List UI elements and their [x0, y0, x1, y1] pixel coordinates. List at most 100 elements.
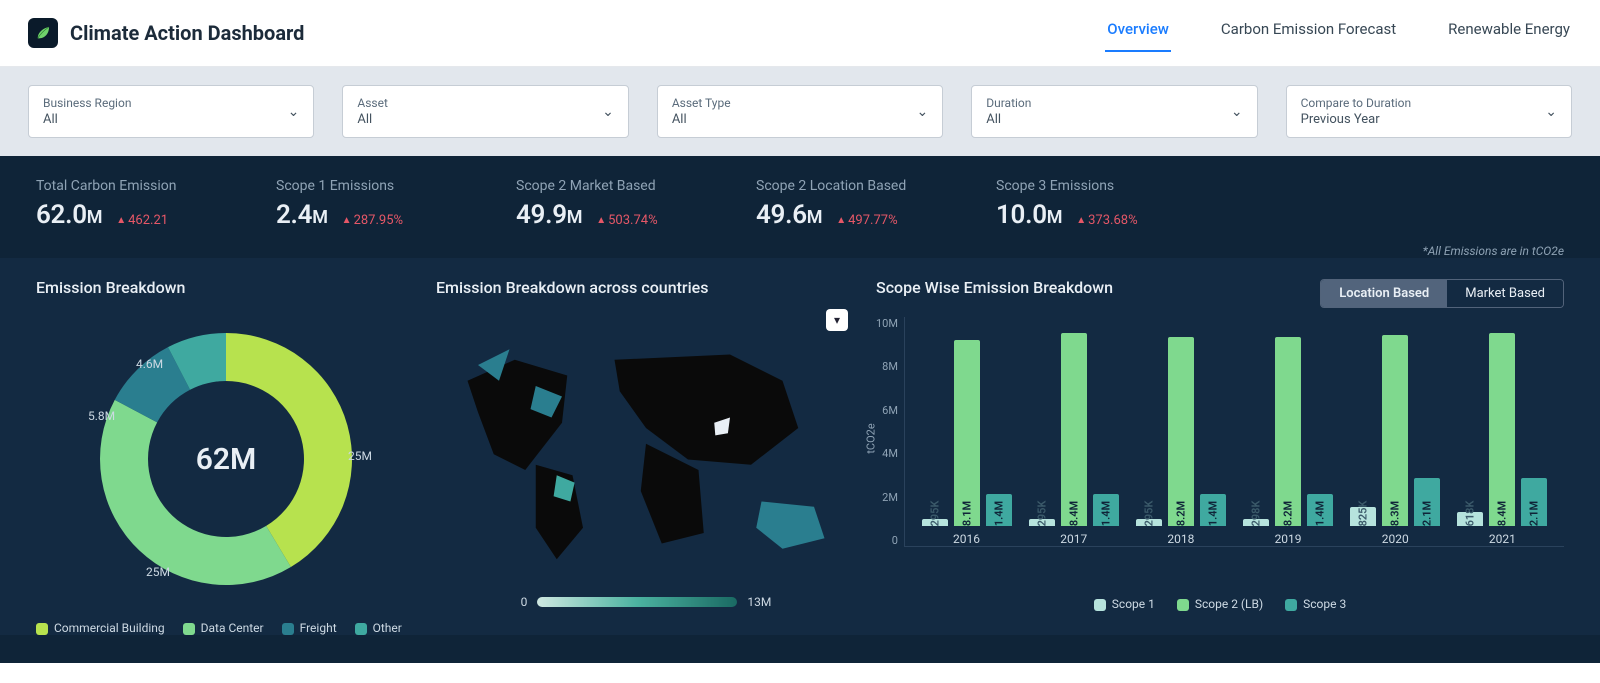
bar-value-label: 295K: [1142, 501, 1155, 527]
bar-legend: Scope 1Scope 2 (LB)Scope 3: [876, 597, 1564, 611]
x-tick: 2019: [1275, 532, 1302, 546]
map-options-button[interactable]: ▾: [826, 309, 848, 331]
bar[interactable]: 2.1M: [1521, 478, 1547, 526]
filter-asset[interactable]: Asset All ⌄: [342, 85, 628, 138]
chevron-down-icon: ⌄: [1231, 104, 1243, 120]
bar[interactable]: 1.4M: [1307, 494, 1333, 526]
tab-overview[interactable]: Overview: [1105, 14, 1171, 52]
bar-group: 825K 8.3M2.1M 2020: [1350, 296, 1440, 546]
kpi-delta: ▲373.68%: [1076, 213, 1137, 228]
bar-groups: 295K 8.1M 1.4M 2016 295K 8.4M 1.4M 2017 295K 8.2M…: [904, 317, 1564, 547]
slice-label: 25M: [146, 565, 170, 579]
bar[interactable]: 8.2M: [1275, 337, 1301, 526]
bar[interactable]: 295K: [1029, 519, 1055, 526]
bar-group: 295K 8.4M 1.4M 2017: [1029, 296, 1119, 546]
kpi-label: Scope 2 Market Based: [516, 178, 716, 194]
scale-max: 13M: [747, 595, 771, 609]
x-tick: 2016: [953, 532, 980, 546]
filter-value: All: [357, 112, 388, 127]
donut-chart: 62M 25M 25M 5.8M 4.6M: [76, 309, 376, 609]
legend-item: Freight: [282, 621, 337, 635]
donut-legend: Commercial BuildingData CenterFreightOth…: [36, 621, 416, 635]
kpi-card: Scope 2 Market Based 49.9M ▲503.74%: [516, 178, 716, 230]
panel-emission-map: Emission Breakdown across countries ▾: [436, 278, 856, 635]
bar-value-label: 8.4M: [1067, 501, 1080, 526]
tab-renewable-energy[interactable]: Renewable Energy: [1446, 14, 1572, 52]
chevron-down-icon: ⌄: [1545, 104, 1557, 120]
bar[interactable]: 8.2M: [1168, 337, 1194, 526]
kpi-delta: ▲497.77%: [836, 213, 897, 228]
chevron-down-icon: ⌄: [288, 104, 300, 120]
world-map-svg: [436, 309, 856, 589]
filter-label: Asset: [357, 96, 388, 110]
bar[interactable]: 1.4M: [1093, 494, 1119, 526]
app-header: Climate Action Dashboard Overview Carbon…: [0, 0, 1600, 67]
kpi-value: 49.6M: [756, 200, 822, 230]
leaf-icon: [28, 18, 58, 48]
bar[interactable]: 295K: [1136, 519, 1162, 526]
kpi-value: 10.0M: [996, 200, 1062, 230]
panel-title: Scope Wise Emission Breakdown: [876, 278, 1113, 297]
chevron-down-icon: ⌄: [916, 104, 928, 120]
kpi-delta: ▲503.74%: [596, 213, 657, 228]
main-tabs: Overview Carbon Emission Forecast Renewa…: [1105, 14, 1572, 52]
bar[interactable]: 8.4M: [1061, 333, 1087, 526]
legend-item: Commercial Building: [36, 621, 165, 635]
world-map: ▾: [436, 309, 856, 589]
y-tick: 6M: [876, 404, 898, 417]
x-tick: 2021: [1489, 532, 1516, 546]
bar-value-label: 8.1M: [960, 501, 973, 526]
filter-asset-type[interactable]: Asset Type All ⌄: [657, 85, 943, 138]
filter-business-region[interactable]: Business Region All ⌄: [28, 85, 314, 138]
filter-value: All: [986, 112, 1031, 127]
x-tick: 2020: [1382, 532, 1409, 546]
kpi-value: 62.0M: [36, 200, 102, 230]
bar[interactable]: 618K: [1457, 512, 1483, 526]
bar[interactable]: 825K: [1350, 507, 1376, 526]
panel-emission-breakdown: Emission Breakdown 62M 25M 25M 5.8M 4.6M…: [36, 278, 416, 635]
y-axis: 10M8M6M4M2M0: [876, 317, 904, 547]
x-tick: 2017: [1060, 532, 1087, 546]
bar-value-label: 8.2M: [1282, 501, 1295, 526]
bar[interactable]: 295K: [922, 519, 948, 526]
kpi-label: Scope 3 Emissions: [996, 178, 1196, 194]
scale-bar: [537, 597, 737, 607]
brand: Climate Action Dashboard: [28, 18, 304, 48]
scale-min: 0: [521, 595, 528, 609]
chevron-down-icon: ⌄: [602, 104, 614, 120]
legend-item: Scope 1: [1094, 597, 1155, 611]
bar-value-label: 298K: [1250, 501, 1263, 527]
x-tick: 2018: [1167, 532, 1194, 546]
y-tick: 0: [876, 534, 898, 547]
bar-value-label: 1.4M: [992, 501, 1005, 526]
bar[interactable]: 8.3M: [1382, 335, 1408, 526]
bar[interactable]: 1.4M: [986, 494, 1012, 526]
y-tick: 10M: [876, 317, 898, 330]
bar-group: 295K 8.2M1.4M 2018: [1136, 296, 1226, 546]
filter-label: Asset Type: [672, 96, 731, 110]
kpi-value: 2.4M: [276, 200, 328, 230]
bar-value-label: 2.1M: [1528, 501, 1541, 526]
legend-item: Data Center: [183, 621, 264, 635]
filter-compare-duration[interactable]: Compare to Duration Previous Year ⌄: [1286, 85, 1572, 138]
tab-carbon-forecast[interactable]: Carbon Emission Forecast: [1219, 14, 1398, 52]
bar[interactable]: 2.1M: [1414, 478, 1440, 526]
filter-value: All: [43, 112, 131, 127]
bar[interactable]: 1.4M: [1200, 494, 1226, 526]
filter-value: Previous Year: [1301, 112, 1412, 127]
kpi-delta: ▲462.21: [116, 213, 168, 228]
filter-label: Compare to Duration: [1301, 96, 1412, 110]
bar-value-label: 295K: [1035, 501, 1048, 527]
bar[interactable]: 298K: [1243, 519, 1269, 526]
filter-duration[interactable]: Duration All ⌄: [971, 85, 1257, 138]
metrics-area: Total Carbon Emission 62.0M ▲462.21 Scop…: [0, 156, 1600, 663]
bar[interactable]: 8.1M: [954, 340, 980, 526]
emissions-unit-footnote: *All Emissions are in tCO2e: [0, 240, 1600, 258]
bar-group: 295K 8.1M 1.4M 2016: [922, 296, 1012, 546]
kpi-label: Scope 1 Emissions: [276, 178, 476, 194]
kpi-card: Scope 2 Location Based 49.6M ▲497.77%: [756, 178, 956, 230]
legend-item: Scope 2 (LB): [1177, 597, 1263, 611]
app-title: Climate Action Dashboard: [70, 21, 304, 45]
bar-group: 298K 8.2M 1.4M 2019: [1243, 296, 1333, 546]
bar[interactable]: 8.4M: [1489, 333, 1515, 526]
